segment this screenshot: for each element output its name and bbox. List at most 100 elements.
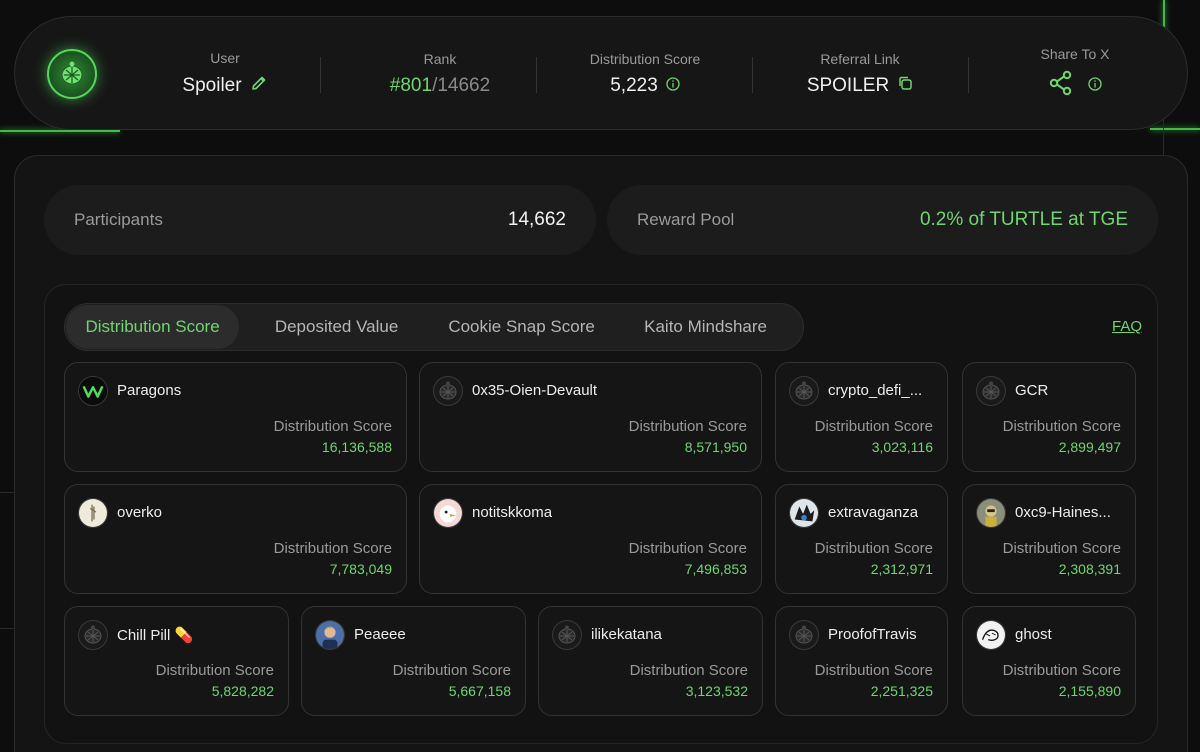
- avatar: [976, 620, 1006, 650]
- referral-section: Referral Link SPOILER: [780, 17, 940, 131]
- leaderboard-card[interactable]: ilikekatana Distribution Score 3,123,532: [538, 606, 763, 716]
- user-name: Spoiler: [182, 75, 242, 96]
- turtle-logo-icon: [47, 49, 97, 99]
- reward-pool-label: Reward Pool: [637, 210, 735, 229]
- leaderboard-card[interactable]: ProofofTravis Distribution Score 2,251,325: [775, 606, 948, 716]
- tab-cookie-snap-score[interactable]: Cookie Snap Score: [434, 305, 609, 349]
- leaderboard-card[interactable]: 0xc9-Haines... Distribution Score 2,308,39…: [962, 484, 1136, 594]
- leaderboard-card[interactable]: Chill Pill 💊 Distribution Score 5,828,282: [64, 606, 289, 716]
- distribution-score-value: 2,251,325: [870, 683, 933, 699]
- decorative-line: [0, 492, 14, 493]
- turtle-icon: [78, 620, 108, 650]
- share-label: Share To X: [1040, 46, 1110, 62]
- distribution-score-label: Distribution Score: [814, 540, 933, 557]
- tab-deposited-value[interactable]: Deposited Value: [239, 305, 434, 349]
- distribution-score-label: Distribution Score: [628, 540, 747, 557]
- user-label: User: [210, 50, 240, 66]
- avatar: [789, 498, 819, 528]
- leaderboard-card[interactable]: crypto_defi_... Distribution Score 3,023,1…: [775, 362, 948, 472]
- distribution-score-label: Distribution Score: [1002, 662, 1121, 679]
- leaderboard-card[interactable]: GCR Distribution Score 2,899,497: [962, 362, 1136, 472]
- distribution-score-value: 5,828,282: [211, 683, 274, 699]
- participants-value: 14,662: [507, 209, 566, 230]
- leaderboard-card[interactable]: 0x35-Oien-Devault Distribution Score 8,571…: [419, 362, 762, 472]
- distribution-score-label: Distribution Score: [273, 418, 392, 435]
- turtle-icon: [976, 376, 1006, 406]
- leaderboard-card[interactable]: Paragons Distribution Score 16,136,588: [64, 362, 407, 472]
- info-icon[interactable]: [1088, 75, 1102, 97]
- leaderboard-card[interactable]: extravaganza Distribution Score 2,312,971: [775, 484, 948, 594]
- avatar: [976, 498, 1006, 528]
- user-section: User Spoiler: [155, 17, 295, 131]
- faq-link[interactable]: FAQ: [1112, 318, 1142, 335]
- score-tabs: Distribution Score Deposited Value Cooki…: [64, 303, 804, 351]
- leader-name: ProofofTravis: [828, 626, 917, 643]
- leader-name: Paragons: [117, 382, 182, 399]
- leader-name: Peaeee: [354, 626, 406, 643]
- leader-name: crypto_defi_...: [828, 382, 923, 399]
- turtle-icon: [552, 620, 582, 650]
- referral-label: Referral Link: [820, 51, 900, 67]
- distribution-score-label: Distribution Score: [392, 662, 511, 679]
- distribution-score-label: Distribution Score: [814, 662, 933, 679]
- distribution-score-value: 7,783,049: [329, 561, 392, 577]
- rank-section: Rank #801/14662: [350, 17, 530, 131]
- distribution-score-value: 8,571,950: [684, 439, 747, 455]
- score-value: 5,223: [610, 75, 658, 96]
- leader-name: extravaganza: [828, 504, 919, 521]
- leader-name: ghost: [1015, 626, 1052, 643]
- copy-icon[interactable]: [897, 75, 913, 97]
- distribution-score-label: Distribution Score: [1002, 540, 1121, 557]
- divider: [536, 57, 537, 93]
- distribution-score-label: Distribution Score: [273, 540, 392, 557]
- turtle-icon: [789, 376, 819, 406]
- tab-kaito-mindshare[interactable]: Kaito Mindshare: [609, 305, 802, 349]
- referral-code: SPOILER: [806, 75, 890, 96]
- leader-name: notitskkoma: [472, 504, 553, 521]
- participants-stat: Participants 14,662: [44, 185, 596, 255]
- decorative-line: [0, 628, 14, 629]
- rank-label: Rank: [423, 51, 457, 67]
- leader-name: GCR: [1015, 382, 1049, 399]
- rank-value: #801: [389, 75, 433, 96]
- edit-pencil-icon[interactable]: [250, 74, 268, 98]
- divider: [752, 57, 753, 93]
- reward-pool-value: 0.2% of TURTLE at TGE: [919, 209, 1128, 230]
- distribution-score-label: Distribution Score: [629, 662, 748, 679]
- distribution-score-label: Distribution Score: [628, 418, 747, 435]
- participants-label: Participants: [74, 210, 163, 229]
- leader-name: Chill Pill 💊: [117, 627, 194, 644]
- leader-name: 0xc9-Haines...: [1015, 504, 1111, 521]
- turtle-icon: [789, 620, 819, 650]
- distribution-score-value: 3,023,116: [871, 439, 933, 455]
- leaderboard-card[interactable]: Peaeee Distribution Score 5,667,158: [301, 606, 526, 716]
- tab-distribution-score[interactable]: Distribution Score: [66, 305, 240, 349]
- leader-name: 0x35-Oien-Devault: [472, 382, 598, 399]
- share-icon[interactable]: [1048, 70, 1074, 102]
- avatar: [315, 620, 345, 650]
- distribution-score-value: 2,899,497: [1058, 439, 1121, 455]
- distribution-score-value: 3,123,532: [685, 683, 748, 699]
- profile-header: User Spoiler Rank #801/14662 Distributio…: [14, 16, 1188, 130]
- distribution-score-value: 2,308,391: [1058, 561, 1121, 577]
- leaderboard-card[interactable]: ghost Distribution Score 2,155,890: [962, 606, 1136, 716]
- distribution-score-label: Distribution Score: [155, 662, 274, 679]
- leaderboard-card[interactable]: overko Distribution Score 7,783,049: [64, 484, 407, 594]
- leader-name: overko: [117, 504, 163, 521]
- leaderboard-card[interactable]: notitskkoma Distribution Score 7,496,853: [419, 484, 762, 594]
- paragons-logo-icon: [78, 376, 108, 406]
- info-icon[interactable]: [666, 75, 680, 97]
- decorative-line: [0, 130, 120, 132]
- score-section: Distribution Score 5,223: [560, 17, 730, 131]
- reward-pool-stat: Reward Pool 0.2% of TURTLE at TGE: [607, 185, 1158, 255]
- score-label: Distribution Score: [589, 51, 701, 67]
- distribution-score-value: 2,312,971: [870, 561, 933, 577]
- leader-name: ilikekatana: [591, 626, 662, 643]
- distribution-score-label: Distribution Score: [1002, 418, 1121, 435]
- divider: [968, 57, 969, 93]
- avatar: [433, 498, 463, 528]
- rank-total: /14662: [432, 75, 491, 96]
- distribution-score-value: 16,136,588: [321, 439, 392, 455]
- distribution-score-value: 2,155,890: [1058, 683, 1121, 699]
- divider: [320, 57, 321, 93]
